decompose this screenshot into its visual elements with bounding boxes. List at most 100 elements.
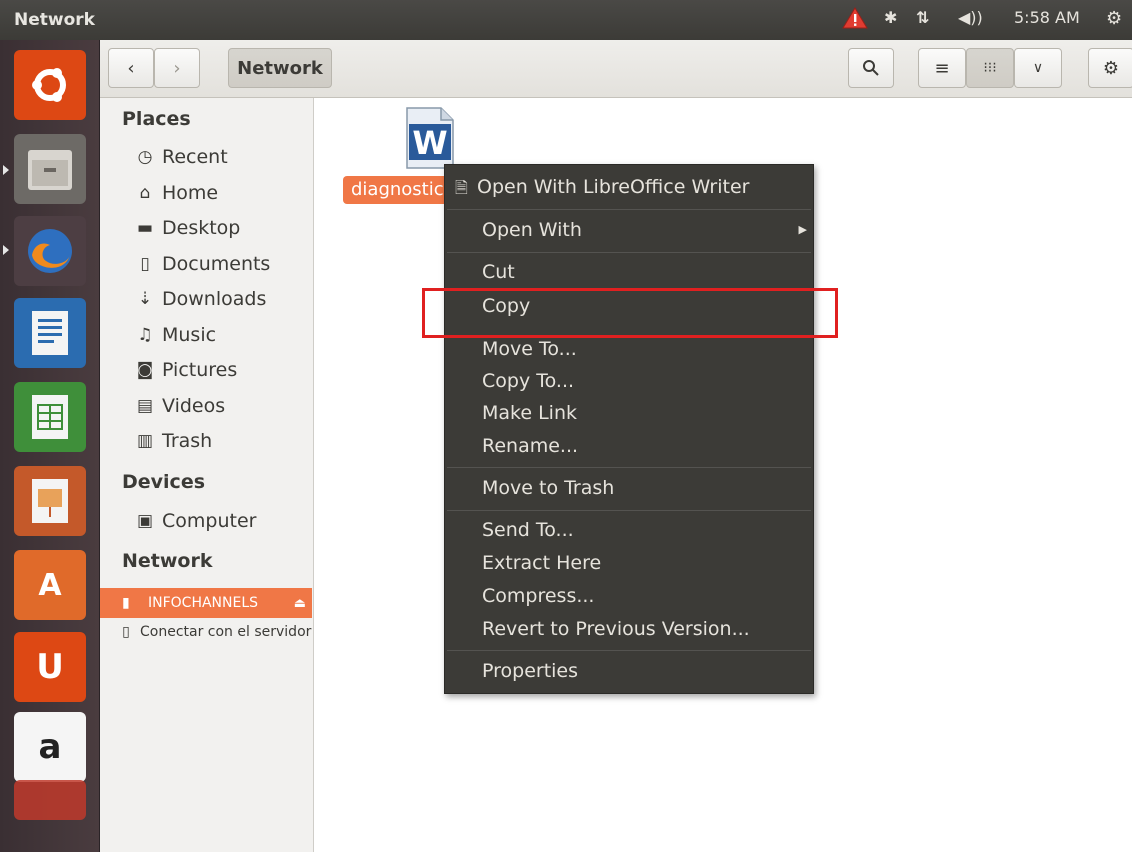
sidebar-item-label: Downloads <box>162 288 267 310</box>
bluetooth-icon[interactable]: ✱ <box>884 8 897 27</box>
menu-item-compress[interactable]: Compress... <box>482 585 594 611</box>
writer-icon[interactable] <box>14 298 86 368</box>
devices-header: Devices <box>122 471 206 493</box>
sidebar-item-pictures[interactable]: ◙ Pictures <box>134 359 238 381</box>
path-button-network[interactable]: Network <box>228 48 332 88</box>
clock-text[interactable]: 5:58 AM <box>1014 8 1080 27</box>
forward-button[interactable]: › <box>154 48 200 88</box>
search-button[interactable] <box>848 48 894 88</box>
ubuntu-one-icon[interactable]: U <box>14 632 86 702</box>
music-icon: ♫ <box>137 325 153 345</box>
sidebar-item-label: Desktop <box>162 217 241 239</box>
menu-item-revert[interactable]: Revert to Previous Version... <box>482 618 750 644</box>
sidebar-item-home[interactable]: ⌂ Home <box>134 182 219 204</box>
sidebar-item-desktop[interactable]: ▬ Desktop <box>134 217 240 239</box>
menu-separator <box>447 467 811 468</box>
sidebar-item-videos[interactable]: ▤ Videos <box>134 395 225 417</box>
grid-icon: ⁝⁝⁝ <box>983 60 997 76</box>
list-view-button[interactable]: ≡ <box>918 48 966 88</box>
film-icon: ▤ <box>136 396 154 416</box>
connect-server-icon: ▯ <box>122 624 130 640</box>
list-icon: ≡ <box>934 57 950 79</box>
menu-item-copy-to[interactable]: Copy To... <box>482 370 574 396</box>
network-header: Network <box>122 550 213 572</box>
folder-icon: ▬ <box>136 218 154 238</box>
menu-item-move-to[interactable]: Move To... <box>482 338 577 364</box>
menu-item-cut[interactable]: Cut <box>482 261 515 287</box>
menu-separator <box>447 650 811 651</box>
amazon-icon[interactable]: a <box>14 712 86 782</box>
menu-separator <box>447 252 811 253</box>
sidebar-item-downloads[interactable]: ⇣ Downloads <box>134 288 266 310</box>
document-icon: 🗎 <box>455 178 468 197</box>
file-name-label[interactable]: diagnostic <box>343 176 452 204</box>
menu-separator <box>447 209 811 210</box>
eject-icon[interactable]: ⏏ <box>294 596 306 611</box>
clock-icon: ◷ <box>137 147 153 167</box>
launcher: A U a <box>0 40 100 852</box>
context-menu: 🗎 Open With LibreOffice Writer Open With … <box>444 164 814 694</box>
files-icon[interactable] <box>14 134 86 204</box>
places-header: Places <box>122 108 191 130</box>
overflow-apps-icon[interactable] <box>14 780 86 820</box>
sidebar-item-label: Pictures <box>162 359 238 381</box>
calc-icon[interactable] <box>14 382 86 452</box>
toolbar: ‹ › Network ≡ ⁝⁝⁝ ∨ ⚙ <box>100 40 1132 98</box>
menu-separator <box>447 510 811 511</box>
sidebar-item-label: Videos <box>162 395 226 417</box>
camera-icon: ◙ <box>136 360 154 380</box>
computer-icon: ▣ <box>136 511 154 531</box>
sidebar-item-label: Recent <box>162 146 228 168</box>
sidebar-item-label: Music <box>162 324 217 346</box>
document-file-icon[interactable]: W <box>405 106 455 170</box>
top-panel: Network ✱ ⇅ ◀)) 5:58 AM ⚙ <box>0 0 1132 40</box>
search-icon <box>863 60 879 76</box>
menu-item-open-with-writer[interactable]: 🗎 Open With LibreOffice Writer <box>455 176 749 202</box>
sidebar-item-label: Computer <box>162 510 257 532</box>
sidebar-item-label: Home <box>162 182 219 204</box>
sidebar-item-computer[interactable]: ▣ Computer <box>134 510 256 532</box>
grid-view-button[interactable]: ⁝⁝⁝ <box>966 48 1014 88</box>
ubuntu-dash-icon[interactable] <box>14 50 86 120</box>
trash-icon: ▥ <box>136 431 154 451</box>
warning-icon[interactable] <box>842 6 868 34</box>
gear-icon: ⚙ <box>1102 57 1120 79</box>
highlight-box <box>422 288 838 338</box>
firefox-icon[interactable] <box>14 216 86 286</box>
sidebar-item-documents[interactable]: ▯ Documents <box>134 253 270 275</box>
sidebar-item-music[interactable]: ♫ Music <box>134 324 216 346</box>
document-icon: ▯ <box>140 254 150 274</box>
menu-item-make-link[interactable]: Make Link <box>482 402 577 428</box>
back-button[interactable]: ‹ <box>108 48 154 88</box>
sidebar-item-infochannels[interactable]: ▮ INFOCHANNELS ⏏ <box>100 588 312 618</box>
software-center-icon[interactable]: A <box>14 550 86 620</box>
network-arrows-icon[interactable]: ⇅ <box>916 8 929 27</box>
window-title: Network <box>14 10 95 30</box>
chevron-right-icon: › <box>173 57 181 79</box>
menu-item-properties[interactable]: Properties <box>482 660 578 686</box>
chevron-down-icon: ∨ <box>1032 60 1044 76</box>
sidebar-item-recent[interactable]: ◷ Recent <box>134 146 228 168</box>
network-share-icon: ▮ <box>122 595 130 611</box>
power-gear-icon[interactable]: ⚙ <box>1106 8 1122 29</box>
settings-button[interactable]: ⚙ <box>1088 48 1132 88</box>
sidebar-item-label: Trash <box>162 430 213 452</box>
view-options-button[interactable]: ∨ <box>1014 48 1062 88</box>
sidebar: Places ◷ Recent ⌂ Home ▬ Desktop ▯ Documents… <box>100 98 314 852</box>
submenu-arrow-icon: ▶ <box>798 223 807 236</box>
impress-icon[interactable] <box>14 466 86 536</box>
menu-item-move-to-trash[interactable]: Move to Trash <box>482 477 614 503</box>
menu-item-extract-here[interactable]: Extract Here <box>482 552 601 578</box>
menu-item-rename[interactable]: Rename... <box>482 435 578 461</box>
download-icon: ⇣ <box>137 289 153 309</box>
sidebar-item-connect-server[interactable]: ▯ Conectar con el servidor <box>118 624 311 640</box>
sidebar-item-label: Conectar con el servidor <box>140 624 312 640</box>
svg-text:W: W <box>412 124 447 162</box>
menu-item-send-to[interactable]: Send To... <box>482 519 574 545</box>
chevron-left-icon: ‹ <box>127 57 135 79</box>
launcher-pip <box>3 165 9 175</box>
volume-icon[interactable]: ◀)) <box>958 8 983 27</box>
menu-item-open-with[interactable]: Open With <box>482 219 582 245</box>
sidebar-item-label: Documents <box>162 253 271 275</box>
sidebar-item-trash[interactable]: ▥ Trash <box>134 430 212 452</box>
